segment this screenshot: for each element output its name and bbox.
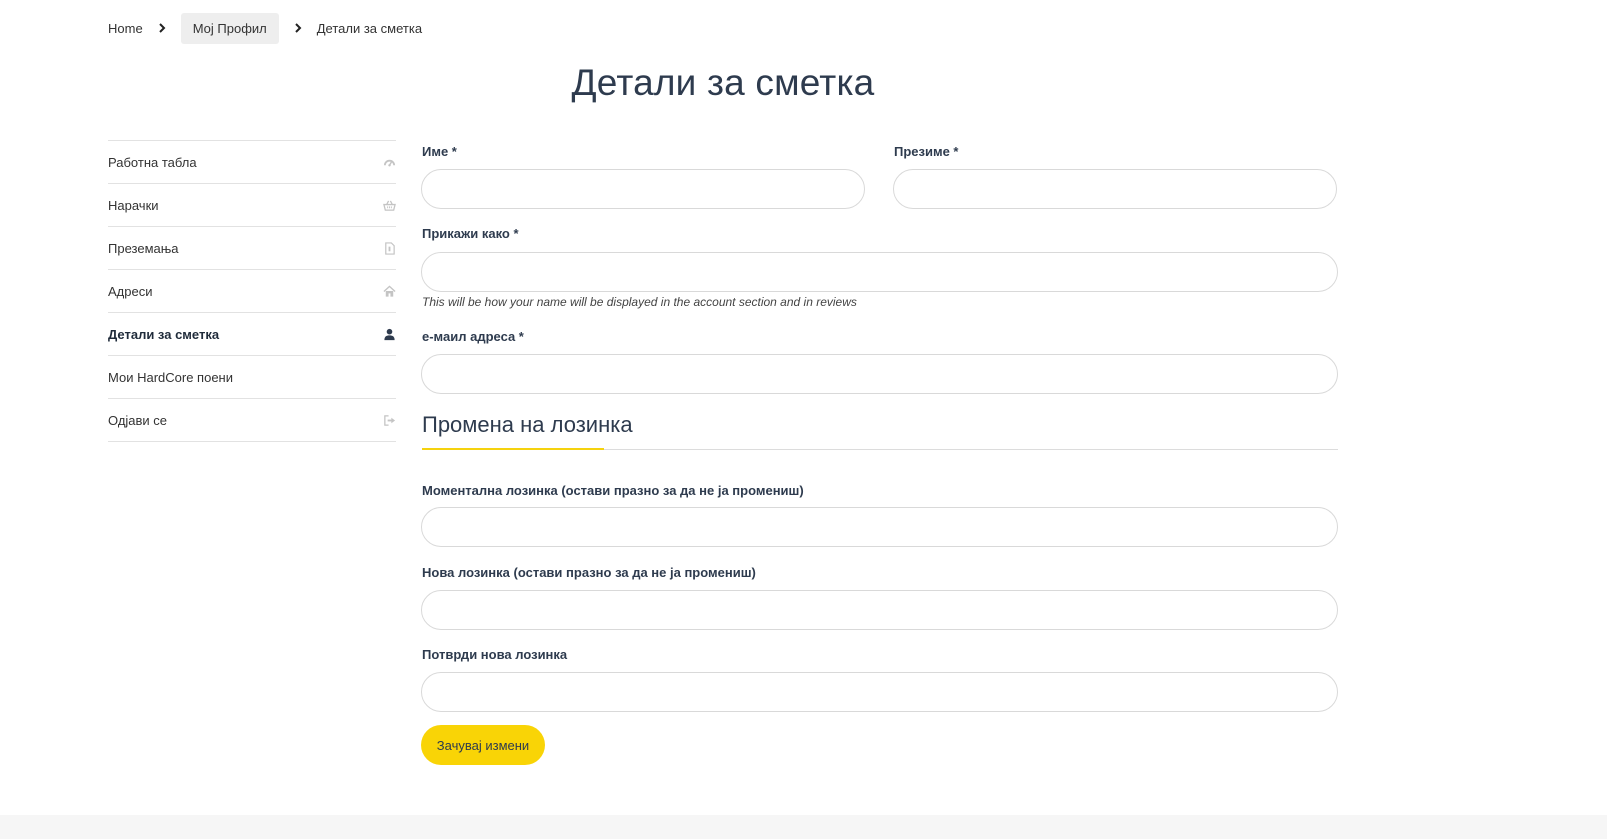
confirm-password-label: Потврди нова лозинка — [422, 647, 568, 662]
section-divider-accent — [422, 448, 604, 450]
sidebar-item-label: Мои HardCore поени — [108, 369, 233, 385]
sidebar-item-account-details[interactable]: Детали за сметка — [108, 313, 396, 356]
current-password-input[interactable] — [421, 507, 1338, 547]
page-title: Детали за сметка — [571, 62, 875, 103]
chevron-right-icon — [293, 23, 303, 33]
home-icon — [382, 284, 396, 298]
display-name-input[interactable] — [421, 252, 1338, 292]
sidebar-item-downloads[interactable]: Преземања — [108, 227, 396, 270]
last-name-label: Презиме * — [894, 144, 959, 159]
sidebar-item-orders[interactable]: Нарачки — [108, 184, 396, 227]
confirm-password-input[interactable] — [421, 672, 1338, 712]
last-name-input[interactable] — [893, 169, 1337, 209]
file-icon — [382, 241, 396, 255]
first-name-input[interactable] — [421, 169, 865, 209]
sidebar-item-logout[interactable]: Одјави се — [108, 399, 396, 442]
footer-strip — [0, 815, 1607, 839]
current-password-label: Моментална лозинка (остави празно за да … — [422, 483, 804, 498]
sign-out-icon — [382, 413, 396, 427]
sidebar-item-label: Преземања — [108, 240, 179, 256]
user-icon — [382, 327, 396, 341]
breadcrumb-current: Детали за сметка — [316, 20, 423, 36]
email-label: е-маил адреса * — [422, 329, 524, 344]
password-change-heading: Промена на лозинка — [422, 412, 633, 437]
sidebar-item-label: Работна табла — [108, 154, 197, 170]
breadcrumb-home[interactable]: Home — [108, 21, 143, 36]
dashboard-icon — [382, 155, 396, 169]
new-password-input[interactable] — [421, 590, 1338, 630]
save-changes-button[interactable]: Зачувај измени — [421, 725, 545, 765]
sidebar-item-label: Одјави се — [108, 412, 168, 428]
sidebar-item-label: Детали за сметка — [108, 326, 220, 342]
display-name-hint: This will be how your name will be displ… — [422, 295, 857, 309]
account-sidebar: Работна табла Нарачки Преземања Адреси Д… — [108, 140, 396, 442]
new-password-label: Нова лозинка (остави празно за да не ја … — [422, 565, 756, 580]
display-name-label: Прикажи како * — [422, 226, 519, 241]
chevron-right-icon — [157, 23, 167, 33]
basket-icon — [382, 198, 396, 212]
sidebar-item-addresses[interactable]: Адреси — [108, 270, 396, 313]
sidebar-item-label: Нарачки — [108, 197, 159, 213]
breadcrumb-my-profile[interactable]: Мој Профил — [180, 12, 279, 44]
sidebar-item-label: Адреси — [108, 283, 153, 299]
sidebar-item-dashboard[interactable]: Работна табла — [108, 141, 396, 184]
first-name-label: Име * — [422, 144, 457, 159]
breadcrumb: Home Мој Профил Детали за сметка — [108, 12, 422, 44]
sidebar-item-hardcore-points[interactable]: Мои HardCore поени — [108, 356, 396, 399]
email-field[interactable] — [421, 354, 1338, 394]
